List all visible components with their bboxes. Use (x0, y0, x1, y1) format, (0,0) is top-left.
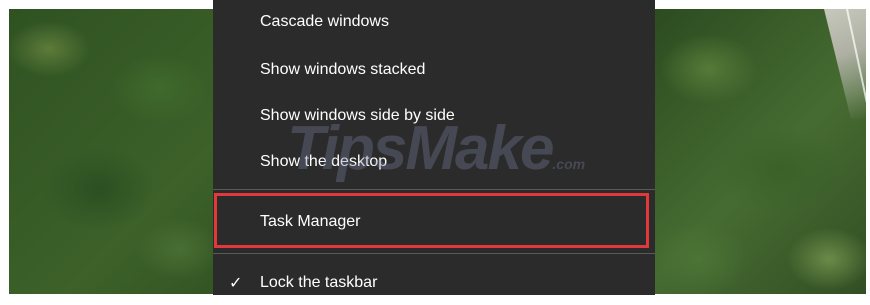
checkmark-icon: ✓ (229, 275, 243, 292)
taskbar-context-menu: Cascade windows Show windows stacked Sho… (213, 0, 655, 295)
menu-item-label: Show the desktop (260, 153, 388, 170)
menu-item-label: Show windows stacked (260, 61, 426, 78)
menu-item-cascade-windows[interactable]: Cascade windows (213, 0, 655, 44)
menu-item-show-windows-side-by-side[interactable]: Show windows side by side (213, 94, 655, 138)
screenshot-frame: Cascade windows Show windows stacked Sho… (0, 0, 870, 295)
menu-separator (213, 189, 655, 190)
menu-item-label: Lock the taskbar (260, 274, 378, 291)
menu-item-show-the-desktop[interactable]: Show the desktop (213, 140, 655, 184)
menu-item-label: Show windows side by side (260, 107, 455, 124)
menu-item-lock-the-taskbar[interactable]: ✓ Lock the taskbar (213, 261, 655, 305)
menu-item-label: Cascade windows (260, 13, 389, 30)
menu-item-task-manager[interactable]: Task Manager (213, 200, 655, 244)
menu-separator (213, 253, 655, 254)
menu-item-show-windows-stacked[interactable]: Show windows stacked (213, 48, 655, 92)
menu-item-label: Task Manager (260, 213, 361, 230)
